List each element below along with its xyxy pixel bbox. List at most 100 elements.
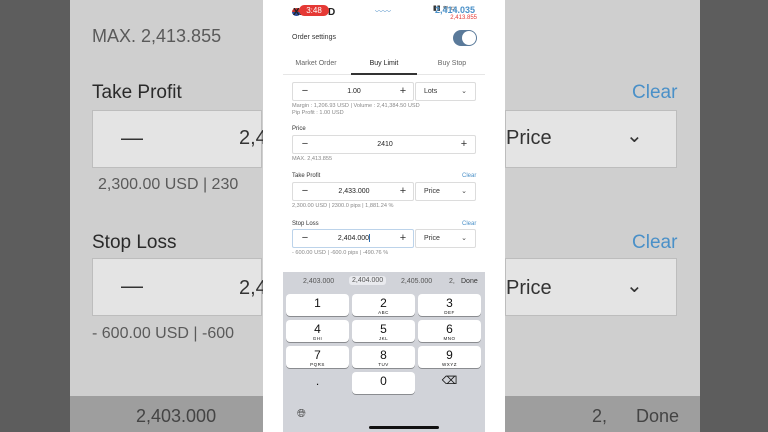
key-4[interactable]: 4 GHI <box>286 320 349 342</box>
current-price-sub: 2,413.855 <box>450 15 477 21</box>
chevron-down-icon: ⌄ <box>461 235 467 242</box>
key-decimal-num: . <box>315 374 320 388</box>
key-2-num: 2 <box>380 296 387 310</box>
bg-kbd-done: Done <box>636 406 680 426</box>
suggestion-2[interactable]: 2,404.000 <box>349 276 387 285</box>
bg-stop-loss-label: Stop Loss <box>92 232 177 253</box>
key-8-letters: TUV <box>378 362 389 367</box>
order-settings-label: Order settings <box>292 34 336 41</box>
price-max-info: MAX. 2,413.855 <box>292 156 333 162</box>
key-1[interactable]: 1 <box>286 294 349 316</box>
stop-loss-mode-label: Price <box>424 235 440 242</box>
take-profit-label: Take Profit <box>292 173 321 179</box>
bg-tp-info: 2,300.00 USD | 230 <box>98 176 239 193</box>
phone-screen: XAUUSD 3:48 〰〰 ▮▮ ≋ ▭ 2,414.035 2,413.85… <box>263 0 505 432</box>
suggestion-1[interactable]: 2,403.000 <box>303 278 334 285</box>
take-profit-stepper: − 2,433.000 + <box>292 182 414 201</box>
price-plus-button[interactable]: + <box>454 136 474 153</box>
chevron-down-icon: ⌄ <box>461 88 467 95</box>
key-3-letters: DEF <box>444 310 455 315</box>
key-5[interactable]: 5 JKL <box>352 320 415 342</box>
stop-loss-label: Stop Loss <box>292 221 319 227</box>
price-label: Price <box>292 126 306 132</box>
key-9[interactable]: 9 WXYZ <box>418 346 481 368</box>
take-profit-mode-select[interactable]: Price ⌄ <box>415 182 476 201</box>
key-6-letters: MNO <box>443 336 456 341</box>
status-bar: XAUUSD 3:48 〰〰 ▮▮ ≋ ▭ 2,414.035 2,413.85… <box>263 0 505 24</box>
suggestion-3[interactable]: 2,405.000 <box>401 278 432 285</box>
key-0-num: 0 <box>380 374 387 388</box>
stop-loss-minus-button[interactable]: − <box>295 230 315 247</box>
active-tab-indicator <box>351 73 417 75</box>
tab-market-order[interactable]: Market Order <box>283 60 349 67</box>
bg-clear-1: Clear <box>632 82 678 103</box>
volume-minus-button[interactable]: − <box>295 83 315 100</box>
keyboard-suggestions: 2,403.000 2,404.000 2,405.000 2, Done <box>283 272 485 292</box>
key-2[interactable]: 2 ABC <box>352 294 415 316</box>
text-cursor <box>369 234 371 243</box>
key-1-num: 1 <box>314 296 321 310</box>
key-4-letters: GHI <box>312 336 323 341</box>
take-profit-mode-label: Price <box>424 188 440 195</box>
key-7-num: 7 <box>314 348 321 362</box>
backspace-button[interactable]: ⌫ <box>418 372 481 394</box>
globe-icon[interactable]: 🌐︎ <box>297 408 306 421</box>
price-value[interactable]: 2410 <box>333 136 437 153</box>
take-profit-minus-button[interactable]: − <box>295 183 315 200</box>
key-5-letters: JKL <box>378 336 389 341</box>
current-price: 2,414.035 <box>434 5 475 15</box>
volume-plus-button[interactable]: + <box>393 83 413 100</box>
bg-sl-info: - 600.00 USD | -600 <box>92 325 235 342</box>
key-6[interactable]: 6 MNO <box>418 320 481 342</box>
volume-value[interactable]: 1.00 <box>323 83 385 100</box>
numeric-keyboard: 2,403.000 2,404.000 2,405.000 2, Done 1 … <box>283 272 485 432</box>
pip-profit-info: Pip Profit : 1.00 USD <box>292 110 344 116</box>
bg-price-label-1: Price <box>506 127 552 149</box>
chart-wave-icon: 〰〰 <box>375 7 391 16</box>
key-4-num: 4 <box>314 322 321 336</box>
key-5-num: 5 <box>380 322 387 336</box>
bg-tp-select: Price ⌄ <box>505 110 677 168</box>
take-profit-info: 2,300.00 USD | 2300.0 pips | 1,881.24 % <box>292 203 394 209</box>
stop-loss-clear-link[interactable]: Clear <box>462 221 476 227</box>
keyboard-done-button[interactable]: Done <box>461 278 478 285</box>
stop-loss-mode-select[interactable]: Price ⌄ <box>415 229 476 248</box>
price-minus-button[interactable]: − <box>295 136 315 153</box>
key-0[interactable]: 0 <box>352 372 415 394</box>
bg-sl-field: — 2,4 <box>92 258 267 316</box>
price-stepper: − 2410 + <box>292 135 476 154</box>
stop-loss-info: - 600.00 USD | -600.0 pips | -490.76 % <box>292 250 389 256</box>
key-7[interactable]: 7 PQRS <box>286 346 349 368</box>
stop-loss-value: 2,404.000 <box>337 235 370 242</box>
bg-kbd-mid: 2, <box>592 406 608 426</box>
volume-unit-select[interactable]: Lots ⌄ <box>415 82 476 101</box>
key-decimal[interactable]: . <box>286 372 349 394</box>
key-3[interactable]: 3 DEF <box>418 294 481 316</box>
bg-chevron-down-icon: ⌄ <box>626 125 643 147</box>
bg-minus-icon-2: — <box>121 273 143 298</box>
key-8[interactable]: 8 TUV <box>352 346 415 368</box>
stop-loss-plus-button[interactable]: + <box>393 230 413 247</box>
tab-buy-limit[interactable]: Buy Limit <box>351 60 417 67</box>
tab-buy-stop[interactable]: Buy Stop <box>419 60 485 67</box>
suggestion-4[interactable]: 2, <box>449 278 455 285</box>
key-3-num: 3 <box>446 296 453 310</box>
bg-tp-field: — 2,4 <box>92 110 267 168</box>
bg-chevron-down-icon-2: ⌄ <box>626 275 643 297</box>
volume-info: Margin : 1,206.93 USD | Volume : 2,41,38… <box>292 103 420 109</box>
bg-clear-2: Clear <box>632 232 678 253</box>
bg-take-profit-label: Take Profit <box>92 82 182 103</box>
key-9-num: 9 <box>446 348 453 362</box>
bg-max-text: MAX. 2,413.855 <box>92 26 222 46</box>
home-indicator <box>369 426 439 429</box>
stop-loss-input[interactable]: 2,404.000 <box>323 230 385 247</box>
take-profit-plus-button[interactable]: + <box>393 183 413 200</box>
bg-sl-select: Price ⌄ <box>505 258 677 316</box>
take-profit-clear-link[interactable]: Clear <box>462 173 476 179</box>
bg-minus-icon: — <box>121 125 143 150</box>
order-settings-toggle[interactable] <box>453 30 477 46</box>
order-type-tabs: Market Order Buy Limit Buy Stop <box>283 55 485 75</box>
chevron-down-icon: ⌄ <box>461 188 467 195</box>
take-profit-value[interactable]: 2,433.000 <box>323 183 385 200</box>
backspace-icon: ⌫ <box>441 375 458 387</box>
